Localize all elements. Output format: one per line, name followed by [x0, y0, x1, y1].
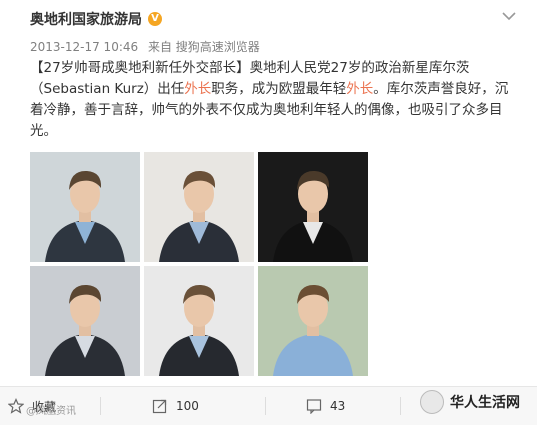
photo-5[interactable]: [144, 266, 254, 376]
watermark-logo-icon: [420, 390, 444, 414]
keyword-link-1[interactable]: 外长: [184, 81, 211, 97]
site-watermark: 华人生活网: [420, 390, 520, 414]
toolbar-divider: [400, 397, 401, 415]
portrait-image: [30, 152, 140, 262]
toolbar-divider: [265, 397, 266, 415]
portrait-image: [144, 152, 254, 262]
post-meta: 2013-12-17 10:46 来自 搜狗高速浏览器: [30, 38, 266, 55]
author-name[interactable]: 奥地利国家旅游局: [30, 9, 142, 29]
portrait-image: [258, 152, 368, 262]
star-icon: [8, 398, 24, 414]
portrait-image: [144, 266, 254, 376]
weibo-post-card: 奥地利国家旅游局 V 2013-12-17 10:46 来自 搜狗高速浏览器 【…: [0, 0, 537, 425]
photo-4[interactable]: [30, 266, 140, 376]
verified-badge-icon: V: [148, 12, 162, 26]
photo-6[interactable]: [258, 266, 368, 376]
post-source: 来自 搜狗高速浏览器: [147, 40, 260, 54]
post-date[interactable]: 2013-12-17 10:46: [30, 40, 138, 54]
photo-3[interactable]: [258, 152, 368, 262]
keyword-link-2[interactable]: 外长: [346, 81, 373, 97]
watermark-text: 华人生活网: [450, 395, 520, 411]
photo-1[interactable]: [30, 152, 140, 262]
photo-2[interactable]: [144, 152, 254, 262]
repost-icon: [152, 399, 167, 414]
post-text: 【27岁帅哥成奥地利新任外交部长】奥地利人民党27岁的政治新星库尔茨（Sebas…: [30, 58, 520, 142]
repost-button[interactable]: 100: [152, 387, 199, 425]
comment-icon: [306, 399, 322, 414]
repost-count: 100: [176, 399, 199, 413]
chevron-down-icon[interactable]: [499, 6, 519, 26]
portrait-image: [30, 266, 140, 376]
comment-count: 43: [330, 399, 346, 413]
comment-button[interactable]: 43: [306, 387, 345, 425]
watermark-left-text: @凤凰资讯: [26, 406, 76, 417]
portrait-image: [258, 266, 368, 376]
toolbar-divider: [100, 397, 101, 415]
post-author[interactable]: 奥地利国家旅游局 V: [30, 9, 162, 29]
post-text-middle: 职务，成为欧盟最年轻: [211, 81, 347, 97]
